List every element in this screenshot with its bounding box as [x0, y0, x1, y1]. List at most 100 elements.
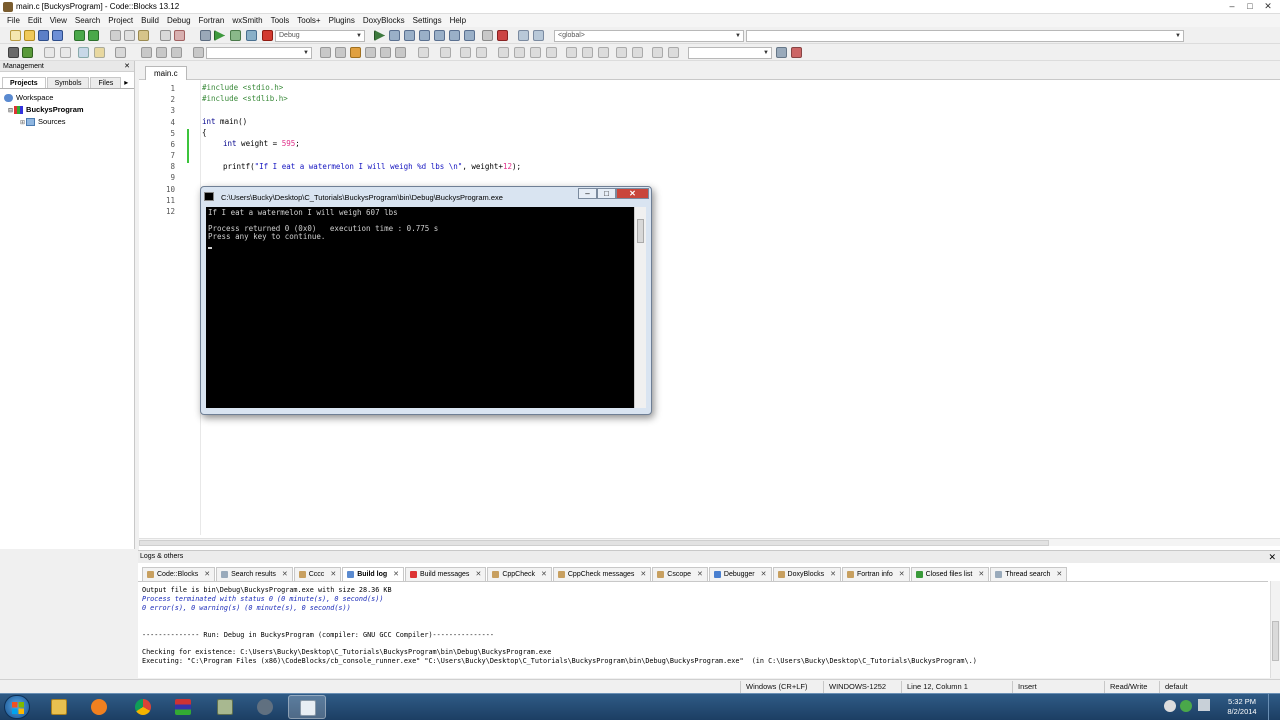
code-line-2[interactable]: #include <stdlib.h> — [202, 94, 288, 103]
clock-date[interactable]: 8/2/2014 — [1222, 707, 1262, 716]
tab-build-messages[interactable]: Build messages ✕ — [405, 567, 487, 581]
scrollbar-thumb[interactable] — [139, 540, 1049, 546]
pause-icon[interactable] — [482, 30, 493, 41]
code-line-5[interactable]: { — [202, 128, 207, 137]
editor-horizontal-scrollbar[interactable] — [139, 538, 1280, 546]
tab-codeblocks[interactable]: Code::Blocks ✕ — [142, 567, 216, 581]
search-options-icon[interactable] — [791, 47, 802, 58]
tab-scroll-right-icon[interactable]: ▸ — [124, 77, 128, 88]
code-search-input[interactable]: ▼ — [206, 47, 312, 59]
close-icon[interactable]: ✕ — [330, 568, 336, 581]
zoom-in-icon[interactable] — [616, 47, 627, 58]
close-icon[interactable]: ✕ — [1056, 568, 1062, 581]
console-minimize-button[interactable]: – — [578, 188, 597, 199]
close-icon[interactable]: ✕ — [475, 568, 481, 581]
tree-item-workspace[interactable]: Workspace — [0, 92, 134, 104]
tab-fortran-info[interactable]: Fortran info ✕ — [841, 567, 910, 581]
menu-build[interactable]: Build — [137, 14, 163, 27]
rebuild-icon[interactable] — [246, 30, 257, 41]
network-icon[interactable] — [1198, 699, 1210, 711]
run-icon[interactable] — [214, 30, 225, 41]
function-select[interactable]: ▼ — [746, 30, 1184, 42]
menu-tools[interactable]: Tools — [267, 14, 294, 27]
logs-scrollbar[interactable] — [1270, 581, 1280, 678]
code-line-6[interactable]: int weight = 595; — [223, 139, 300, 148]
find-icon[interactable] — [160, 30, 171, 41]
tab-cscope[interactable]: Cscope ✕ — [652, 567, 708, 581]
uncomment-icon[interactable] — [60, 47, 71, 58]
close-icon[interactable]: ✕ — [978, 568, 984, 581]
build-icon[interactable] — [200, 30, 211, 41]
tab-closed-files-list[interactable]: Closed files list ✕ — [910, 567, 990, 581]
text-color-icon[interactable] — [395, 47, 406, 58]
close-icon[interactable]: ✕ — [204, 568, 210, 581]
menu-search[interactable]: Search — [71, 14, 104, 27]
select-icon[interactable] — [418, 47, 429, 58]
menu-tools-plus[interactable]: Tools+ — [293, 14, 324, 27]
jump-forward-icon[interactable] — [171, 47, 182, 58]
tab-build-log[interactable]: Build log ✕ — [342, 567, 405, 581]
tab-debugger[interactable]: Debugger ✕ — [708, 567, 772, 581]
next-icon[interactable] — [335, 47, 346, 58]
toggle-comment-icon[interactable] — [78, 47, 89, 58]
undo-icon[interactable] — [74, 30, 85, 41]
font-icon[interactable] — [365, 47, 376, 58]
tab-cccc[interactable]: Cccc ✕ — [293, 567, 342, 581]
layout-3-icon[interactable] — [476, 47, 487, 58]
code-line-4[interactable]: int main() — [202, 117, 247, 126]
tab-main-c[interactable]: main.c — [145, 66, 187, 80]
step-out-icon[interactable] — [434, 30, 445, 41]
comment-icon[interactable] — [44, 47, 55, 58]
tree-item-project[interactable]: ⊟ BuckysProgram — [0, 104, 134, 116]
close-button[interactable]: ✕ — [1260, 0, 1276, 14]
layout-9-icon[interactable] — [582, 47, 593, 58]
tab-thread-search[interactable]: Thread search ✕ — [990, 567, 1068, 581]
save-icon[interactable] — [38, 30, 49, 41]
menu-project[interactable]: Project — [104, 14, 137, 27]
menu-fortran[interactable]: Fortran — [195, 14, 229, 27]
close-icon[interactable]: ✕ — [1268, 551, 1276, 563]
close-icon[interactable]: ✕ — [761, 568, 767, 581]
abort-icon[interactable] — [262, 30, 273, 41]
next-instruction-icon[interactable] — [449, 30, 460, 41]
zoom-out-icon[interactable] — [632, 47, 643, 58]
close-icon[interactable]: ✕ — [830, 568, 836, 581]
minimize-button[interactable]: – — [1224, 0, 1240, 14]
close-icon[interactable]: ✕ — [899, 568, 905, 581]
copy-icon[interactable] — [124, 30, 135, 41]
compiler-icon[interactable] — [8, 47, 19, 58]
layout-7-icon[interactable] — [546, 47, 557, 58]
taskbar-camtasia[interactable] — [246, 695, 284, 719]
menu-view[interactable]: View — [46, 14, 71, 27]
tab-search-results[interactable]: Search results ✕ — [216, 567, 293, 581]
console-output[interactable]: If I eat a watermelon I will weigh 607 l… — [206, 207, 634, 408]
prev-icon[interactable] — [320, 47, 331, 58]
menu-settings[interactable]: Settings — [409, 14, 446, 27]
tab-cppcheck[interactable]: CppCheck ✕ — [487, 567, 552, 581]
text-style-icon[interactable] — [380, 47, 391, 58]
show-desktop-button[interactable] — [1268, 694, 1280, 720]
console-maximize-button[interactable]: □ — [597, 188, 616, 199]
jump-back-icon[interactable] — [141, 47, 152, 58]
layout-5-icon[interactable] — [514, 47, 525, 58]
layout-6-icon[interactable] — [530, 47, 541, 58]
menu-help[interactable]: Help — [446, 14, 470, 27]
menu-debug[interactable]: Debug — [163, 14, 195, 27]
layout-4-icon[interactable] — [498, 47, 509, 58]
taskbar-explorer[interactable] — [40, 695, 78, 719]
tools-icon[interactable] — [115, 47, 126, 58]
taskbar-chrome[interactable] — [124, 695, 162, 719]
taskbar-media-player[interactable] — [80, 695, 118, 719]
tab-files[interactable]: Files — [90, 77, 122, 88]
regex-icon[interactable] — [193, 47, 204, 58]
maximize-button[interactable]: □ — [1242, 0, 1258, 14]
layout-1-icon[interactable] — [440, 47, 451, 58]
layout-2-icon[interactable] — [460, 47, 471, 58]
cut-icon[interactable] — [110, 30, 121, 41]
tab-doxyblocks[interactable]: DoxyBlocks ✕ — [772, 567, 841, 581]
run-to-cursor-icon[interactable] — [389, 30, 400, 41]
menu-wxsmith[interactable]: wxSmith — [228, 14, 266, 27]
scrollbar-thumb[interactable] — [1272, 621, 1279, 661]
menu-plugins[interactable]: Plugins — [325, 14, 359, 27]
tab-symbols[interactable]: Symbols — [46, 77, 90, 88]
